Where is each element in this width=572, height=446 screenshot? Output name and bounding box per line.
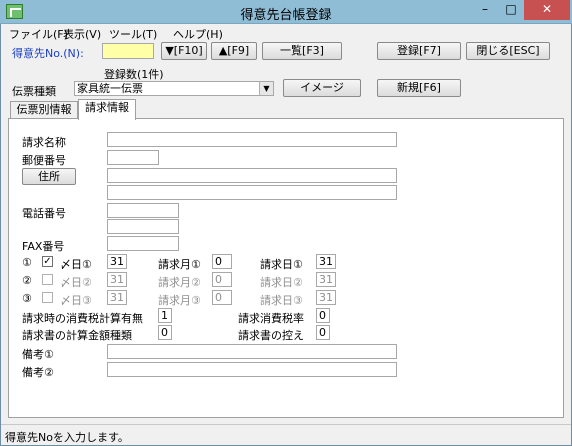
address-line1-input[interactable] [107,168,397,183]
note2-label: 備考② [22,366,54,379]
menu-tools[interactable]: ツール(T) [109,26,157,42]
row3-month-label: 請求月③ [158,294,201,307]
row3-bill-label: 請求日③ [260,294,303,307]
customer-no-label: 得意先No.(N): [12,47,84,60]
close-window-button[interactable]: ✕ [524,0,570,20]
menu-file[interactable]: ファイル(F) [9,26,68,42]
record-count: 登録数(1件) [104,68,164,81]
menu-bar: ファイル(F) 表示(V) ツール(T) ヘルプ(H) [1,25,571,41]
tax-calc-input[interactable]: 1 [158,308,172,323]
address-line2-input[interactable] [107,185,397,200]
tab-slip-info[interactable]: 伝票別情報 [10,101,78,119]
row2-num: ② [22,274,32,287]
row1-day-label: 〆日① [60,258,92,271]
invoice-copy-label: 請求書の控え [238,329,304,342]
billing-name-input[interactable] [107,132,397,147]
customer-no-input[interactable] [102,43,154,59]
app-window: 得意先台帳登録 – □ ✕ ファイル(F) 表示(V) ツール(T) ヘルプ(H… [0,0,572,446]
maximize-button[interactable]: □ [498,0,524,20]
address-button[interactable]: 住所 [22,168,76,185]
row2-month-label: 請求月② [158,276,201,289]
row2-bill-label: 請求日② [260,276,303,289]
chevron-down-icon[interactable]: ▼ [259,82,273,95]
row2-month-input[interactable]: 0 [212,272,232,287]
tax-rate-input[interactable]: 0 [316,308,330,323]
new-button[interactable]: 新規[F6] [377,79,461,97]
row2-day-label: 〆日② [60,276,92,289]
row1-month-label: 請求月① [158,258,201,271]
prev-record-button[interactable]: ▲[F9] [211,42,257,60]
minimize-button[interactable]: – [472,0,498,20]
row3-day-label: 〆日③ [60,294,92,307]
close-button[interactable]: 閉じる[ESC] [466,42,550,60]
tab-billing-info[interactable]: 請求情報 [78,99,136,120]
save-button[interactable]: 登録[F7] [377,42,461,60]
phone-input-1[interactable] [107,203,179,218]
menu-help[interactable]: ヘルプ(H) [173,26,223,42]
phone-input-2[interactable] [107,219,179,234]
tax-calc-label: 請求時の消費税計算有無 [22,312,143,325]
row3-day-input[interactable]: 31 [107,290,127,305]
note2-input[interactable] [107,362,397,377]
tax-rate-label: 請求消費税率 [238,312,304,325]
fax-label: FAX番号 [22,240,65,253]
slip-type-label: 伝票種類 [12,85,56,98]
title-bar[interactable]: 得意先台帳登録 – □ ✕ [0,0,572,24]
slip-type-select[interactable]: 家具統一伝票 ▼ [74,81,274,96]
phone-label: 電話番号 [22,207,66,220]
row1-num: ① [22,256,32,269]
list-button[interactable]: 一覧[F3] [262,42,342,60]
note1-input[interactable] [107,344,397,359]
row1-day-input[interactable]: 31 [107,254,127,269]
next-record-button[interactable]: ▼[F10] [161,42,207,60]
amount-type-input[interactable]: 0 [158,325,172,340]
row3-checkbox[interactable] [42,292,53,303]
row1-bill-input[interactable]: 31 [316,254,336,269]
invoice-copy-input[interactable]: 0 [316,325,330,340]
image-button[interactable]: イメージ [283,79,361,97]
row1-bill-label: 請求日① [260,258,303,271]
row2-checkbox[interactable] [42,274,53,285]
billing-name-label: 請求名称 [22,136,66,149]
row1-month-input[interactable]: 0 [212,254,232,269]
note1-label: 備考① [22,348,54,361]
row3-num: ③ [22,292,32,305]
status-bar: 得意先Noを入力します。 [1,424,571,445]
row2-bill-input[interactable]: 31 [316,272,336,287]
row3-bill-input[interactable]: 31 [316,290,336,305]
postal-code-input[interactable] [107,150,159,165]
row2-day-input[interactable]: 31 [107,272,127,287]
menu-view[interactable]: 表示(V) [63,26,101,42]
row1-checkbox[interactable]: ✓ [42,256,53,267]
slip-type-value: 家具統一伝票 [77,82,143,95]
amount-type-label: 請求書の計算金額種類 [22,329,132,342]
fax-input[interactable] [107,236,179,251]
row3-month-input[interactable]: 0 [212,290,232,305]
status-text: 得意先Noを入力します。 [5,431,129,444]
postal-code-label: 郵便番号 [22,154,66,167]
